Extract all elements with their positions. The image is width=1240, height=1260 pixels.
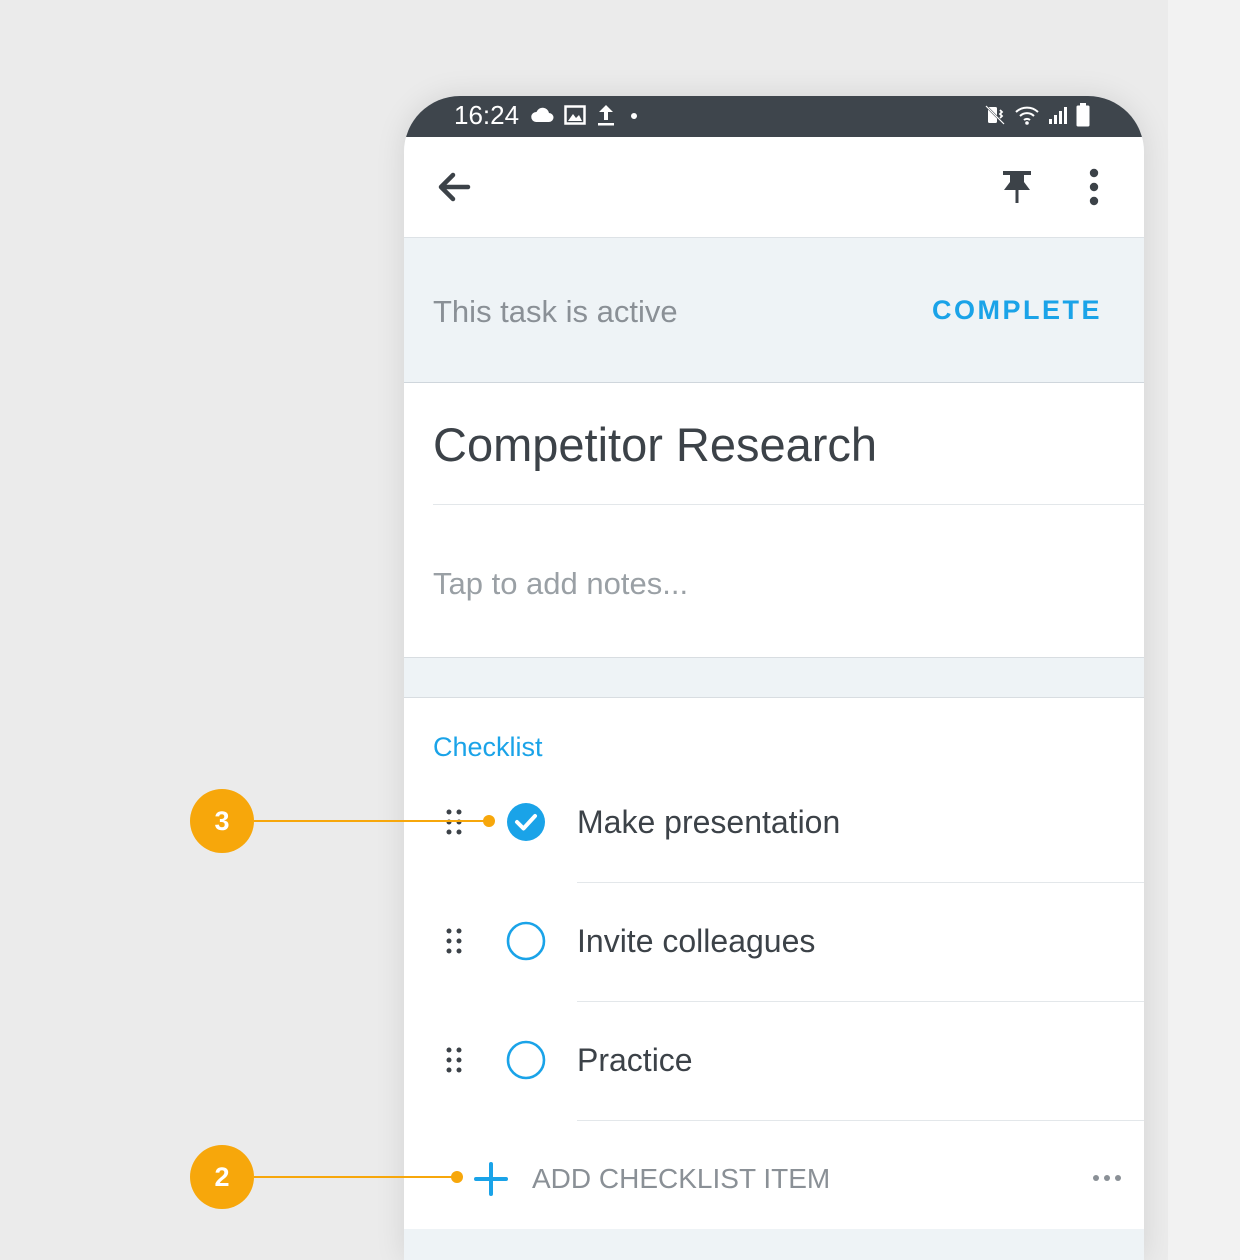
plus-icon[interactable] [474,1162,508,1196]
callout-line [254,820,486,822]
app-bar [404,137,1144,238]
status-time: 16:24 [454,100,520,130]
task-title[interactable]: Competitor Research [433,417,877,473]
unchecked-circle-icon[interactable] [506,921,546,961]
pin-icon[interactable] [1000,168,1034,208]
back-arrow-icon[interactable] [436,169,472,205]
checklist-item[interactable]: Practice [404,1030,1144,1149]
complete-button[interactable]: COMPLETE [932,294,1102,326]
unchecked-circle-icon[interactable] [506,1040,546,1080]
callout-line [254,1176,454,1178]
checklist-item-label: Make presentation [577,804,841,840]
image-icon [564,105,586,125]
checklist-card: Checklist Make presentation Invite colle… [404,697,1144,1230]
callout-dot [451,1171,463,1183]
divider [577,1001,1144,1002]
callout-badge: 2 [190,1145,254,1209]
background-panel [1168,0,1240,1260]
checklist-item-label: Practice [577,1042,693,1078]
checklist-section-title: Checklist [433,732,543,762]
checklist-item-label: Invite colleagues [577,923,816,959]
status-left-icons [530,102,642,128]
signal-icon [1049,107,1067,124]
task-status-text: This task is active [433,294,678,329]
callout-dot [483,815,495,827]
checklist-item[interactable]: Make presentation [404,792,1144,911]
status-bar: 16:24 [404,96,1144,137]
upload-icon [598,105,614,126]
drag-handle-icon[interactable] [445,927,463,955]
divider [577,1120,1144,1121]
status-right-icons [984,102,1090,128]
notes-field[interactable]: Tap to add notes... [433,566,688,602]
divider [577,882,1144,883]
wifi-icon [1015,106,1039,125]
more-vertical-icon[interactable] [1084,167,1104,207]
drag-handle-icon[interactable] [445,808,463,836]
checklist-item[interactable]: Invite colleagues [404,911,1144,1030]
mute-vibrate-icon [985,105,1005,125]
add-checklist-item-button[interactable]: ADD CHECKLIST ITEM [404,1158,1144,1208]
more-horizontal-icon[interactable] [1092,1172,1122,1184]
checked-circle-icon[interactable] [506,802,546,842]
drag-handle-icon[interactable] [445,1046,463,1074]
divider [433,504,1144,505]
callout-badge: 3 [190,789,254,853]
cloud-icon [531,107,554,122]
task-status-banner: This task is active COMPLETE [404,238,1144,383]
dot-icon [631,113,637,119]
add-checklist-item-label: ADD CHECKLIST ITEM [532,1163,831,1194]
task-details-card: Competitor Research Tap to add notes... [404,383,1144,658]
bottom-strip [404,1229,1144,1260]
battery-icon [1076,103,1090,127]
phone-frame: 16:24 This task is active COMPLETE Compe… [404,96,1144,1260]
